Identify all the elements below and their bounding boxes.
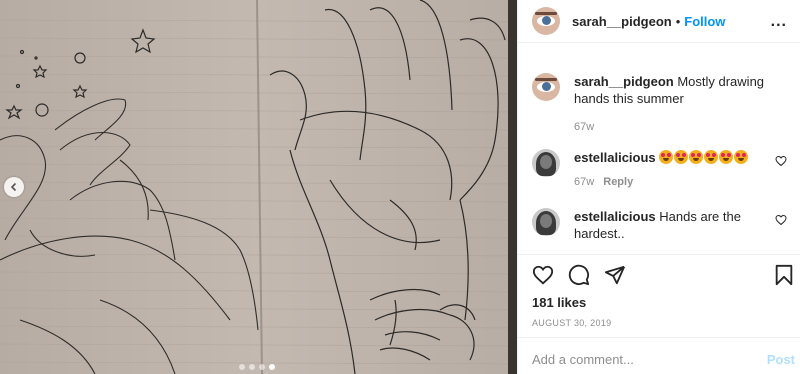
like-count[interactable]: 181 likes (532, 295, 586, 310)
comment-item: estellalicious Hands are the hardest.. (518, 196, 800, 254)
chevron-left-icon (10, 182, 17, 192)
more-options-button[interactable]: ... (771, 13, 787, 31)
comment-username[interactable]: estellalicious (574, 209, 656, 224)
comment-meta: 67w Reply (574, 176, 765, 188)
carousel-dot-active[interactable] (269, 364, 275, 370)
avatar[interactable] (532, 149, 560, 177)
caption-text: sarah__pidgeon Mostly drawing hands this… (574, 55, 765, 107)
heart-icon[interactable] (775, 214, 787, 226)
add-comment-bar: Add a comment... Post (518, 337, 800, 374)
avatar[interactable] (532, 7, 560, 35)
comment-time[interactable]: 67w (574, 176, 594, 188)
reply-button[interactable]: Reply (603, 176, 633, 188)
carousel-dot[interactable] (259, 364, 265, 370)
author-username[interactable]: sarah__pidgeon (572, 14, 672, 29)
share-icon[interactable] (604, 264, 626, 286)
post-comment-button[interactable]: Post (767, 352, 795, 367)
avatar[interactable] (532, 208, 560, 236)
comment-input[interactable]: Add a comment... (532, 352, 634, 367)
comment-username[interactable]: estellalicious (574, 150, 656, 165)
comment-meta: 67w (574, 121, 765, 133)
heart-icon[interactable] (775, 155, 787, 167)
comment-text: estellalicious (574, 138, 765, 166)
header-separator: • (675, 13, 681, 29)
avatar[interactable] (532, 73, 560, 101)
comment-list: sarah__pidgeon Mostly drawing hands this… (518, 55, 800, 254)
post-date[interactable]: AUGUST 30, 2019 (532, 318, 611, 328)
carousel-prev-button[interactable] (4, 177, 24, 197)
carousel-dot[interactable] (239, 364, 245, 370)
post-sidebar: sarah__pidgeon • Follow ... sarah__pidge… (517, 0, 800, 374)
post-actions: 181 likes AUGUST 30, 2019 Add a comment.… (518, 254, 800, 374)
action-icons (532, 264, 626, 286)
follow-button[interactable]: Follow (684, 14, 725, 29)
post-photo[interactable] (0, 0, 517, 374)
comment-item: estellalicious 67w Reply (518, 138, 800, 196)
comment-time[interactable]: 67w (574, 121, 594, 133)
carousel-dots (239, 364, 275, 370)
hand-sketch-image (0, 0, 517, 374)
comment-text: estellalicious Hands are the hardest.. (574, 196, 765, 242)
bookmark-icon[interactable] (773, 264, 795, 286)
carousel-dot[interactable] (249, 364, 255, 370)
heart-icon[interactable] (532, 264, 554, 286)
post-header: sarah__pidgeon • Follow ... (518, 0, 800, 43)
star-struck-emoji (659, 150, 749, 165)
caption: sarah__pidgeon Mostly drawing hands this… (518, 55, 800, 138)
comment-username[interactable]: sarah__pidgeon (574, 74, 674, 89)
comment-icon[interactable] (568, 264, 590, 286)
